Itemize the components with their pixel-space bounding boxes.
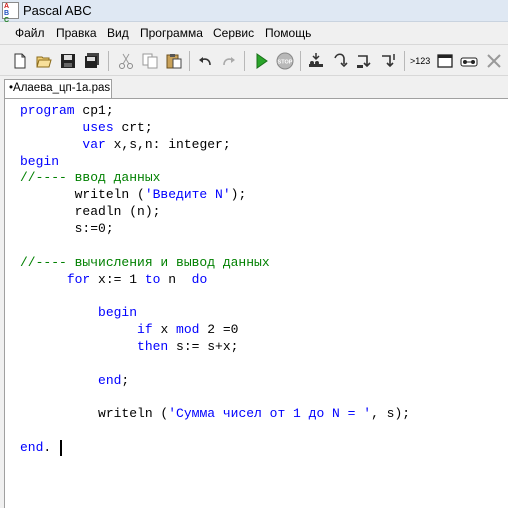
code-text: readln (n); xyxy=(20,204,161,220)
menu-view[interactable]: Вид xyxy=(107,26,129,40)
step-out-icon[interactable] xyxy=(355,52,373,70)
code-editor[interactable]: program cp1; uses crt; var x,s,n: intege… xyxy=(4,98,508,508)
code-text: s:=0; xyxy=(20,220,114,236)
code-line: if x mod 2 =0 xyxy=(20,321,238,338)
code-line: uses crt; xyxy=(20,119,153,136)
string-literal: 'Введите N' xyxy=(144,187,231,203)
code-line: then s:= s+x; xyxy=(20,338,238,355)
code-line: writeln ('Сумма чисел от 1 до N = ', s); xyxy=(20,405,410,422)
toolbar-separator xyxy=(244,51,245,71)
keyword: then xyxy=(137,338,169,354)
code-line: for x:= 1 to n do xyxy=(20,271,207,288)
toolbar-separator xyxy=(404,51,405,71)
text-caret xyxy=(60,440,62,456)
toolbar-separator xyxy=(189,51,190,71)
code-text: x xyxy=(152,322,177,338)
code-line: s:=0; xyxy=(20,220,114,237)
menu-help[interactable]: Помощь xyxy=(265,26,311,40)
save-all-icon[interactable] xyxy=(83,52,101,70)
code-line: end; xyxy=(20,372,129,389)
comment: //---- вычисления и вывод данных xyxy=(20,254,270,270)
run-icon[interactable] xyxy=(252,52,270,70)
code-text: ); xyxy=(230,187,247,203)
code-text: n xyxy=(160,271,192,287)
close-window-icon[interactable] xyxy=(485,52,503,70)
keyword: begin xyxy=(20,153,60,169)
toolbar-separator xyxy=(300,51,301,71)
keyword: uses xyxy=(82,119,114,135)
code-line: //---- вычисления и вывод данных xyxy=(20,254,270,271)
code-text: ; xyxy=(121,372,130,388)
stop-icon[interactable]: STOP xyxy=(276,52,294,70)
keyword: begin xyxy=(98,305,138,321)
window-title: Pascal ABC xyxy=(23,3,92,18)
copy-icon[interactable] xyxy=(141,52,159,70)
code-text: crt; xyxy=(113,119,153,135)
paste-icon[interactable] xyxy=(165,52,183,70)
code-line: var x,s,n: integer; xyxy=(20,136,231,153)
code-line: begin xyxy=(20,304,137,321)
keyword: program xyxy=(20,103,75,118)
keyword: var xyxy=(82,136,106,152)
keyword: for xyxy=(66,271,91,287)
code-line: begin xyxy=(20,153,59,170)
code-line: program cp1; xyxy=(20,102,114,119)
menu-program[interactable]: Программа xyxy=(140,26,203,40)
tab-file[interactable]: •Алаева_цп-1а.pas xyxy=(4,79,112,99)
keyword: mod xyxy=(176,322,200,338)
menu-file[interactable]: Файл xyxy=(15,26,45,40)
code-line: writeln ('Введите N'); xyxy=(20,186,247,203)
cut-icon[interactable] xyxy=(117,52,135,70)
open-file-icon[interactable] xyxy=(35,52,53,70)
keyword: if xyxy=(137,322,153,338)
code-text: writeln ( xyxy=(20,187,145,203)
menu-service[interactable]: Сервис xyxy=(213,26,254,40)
svg-text:STOP: STOP xyxy=(278,60,293,66)
code-text: writeln ( xyxy=(20,406,169,422)
code-text: cp1; xyxy=(74,103,114,118)
redo-icon[interactable] xyxy=(220,52,238,70)
code-line: end. xyxy=(20,439,51,456)
toolbar: STOP >123 xyxy=(0,44,508,76)
new-file-icon[interactable] xyxy=(11,52,29,70)
keyword: to xyxy=(144,271,161,287)
code-line: readln (n); xyxy=(20,203,161,220)
code-text: s:= s+x; xyxy=(168,338,239,354)
code-text: x:= 1 xyxy=(90,271,145,287)
app-logo-icon: ABC xyxy=(2,2,19,24)
keyword: end xyxy=(98,372,122,388)
save-icon[interactable] xyxy=(59,52,77,70)
code-text: 2 =0 xyxy=(199,322,239,338)
step-over-icon[interactable] xyxy=(331,52,349,70)
menu-edit[interactable]: Правка xyxy=(56,26,97,40)
undo-icon[interactable] xyxy=(196,52,214,70)
string-literal: 'Сумма чисел от 1 до N = ' xyxy=(168,406,372,422)
code-text: . xyxy=(43,440,52,455)
menu-bar: Файл Правка Вид Программа Сервис Помощь xyxy=(0,22,508,44)
title-bar: ABC Pascal ABC xyxy=(0,0,508,24)
toolbar-separator xyxy=(108,51,109,71)
code-text: x,s,n: integer; xyxy=(105,136,231,152)
step-to-cursor-icon[interactable] xyxy=(379,52,397,70)
code-line: //---- ввод данных xyxy=(20,169,160,186)
debug-window-icon[interactable] xyxy=(460,52,478,70)
keyword: end xyxy=(20,440,44,455)
keyword: do xyxy=(191,271,208,287)
comment: //---- ввод данных xyxy=(20,170,161,186)
watch-icon[interactable]: >123 xyxy=(410,52,432,70)
output-window-icon[interactable] xyxy=(436,52,454,70)
tab-strip: •Алаева_цп-1а.pas xyxy=(0,77,508,99)
code-text: , s); xyxy=(371,406,411,422)
step-into-icon[interactable] xyxy=(307,52,325,70)
